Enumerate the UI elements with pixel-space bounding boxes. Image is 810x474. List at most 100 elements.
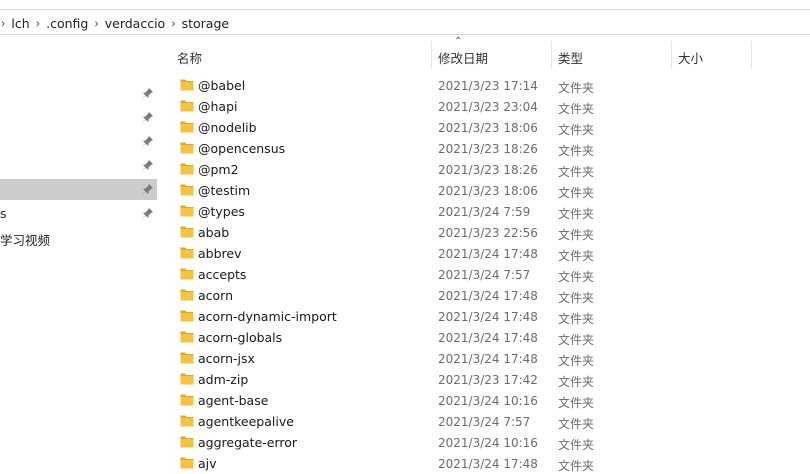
folder-icon — [180, 183, 194, 196]
column-header-size[interactable]: 大小 — [678, 48, 703, 67]
file-modified-date: 2021/3/23 22:56 — [438, 226, 538, 240]
column-divider[interactable] — [551, 41, 552, 69]
file-modified-date: 2021/3/24 17:48 — [438, 247, 538, 261]
chevron-right-icon[interactable]: › — [94, 16, 98, 30]
table-row[interactable]: adm-zip 2021/3/23 17:42 文件夹 — [158, 369, 810, 390]
table-row[interactable]: acorn-jsx 2021/3/24 17:48 文件夹 — [158, 348, 810, 369]
navigation-pane: s 学习视频 — [0, 36, 158, 469]
breadcrumb: › lch › .config › verdaccio › storage — [0, 14, 229, 32]
table-row[interactable]: abbrev 2021/3/24 17:48 文件夹 — [158, 243, 810, 264]
file-type: 文件夹 — [558, 333, 595, 347]
folder-icon — [180, 225, 194, 238]
file-modified-date: 2021/3/24 7:59 — [438, 205, 531, 219]
file-modified-date: 2021/3/24 7:57 — [438, 268, 531, 282]
pin-icon[interactable] — [142, 207, 154, 219]
file-type: 文件夹 — [558, 249, 595, 263]
table-row[interactable]: acorn-dynamic-import 2021/3/24 17:48 文件夹 — [158, 306, 810, 327]
file-modified-date: 2021/3/23 23:04 — [438, 100, 538, 114]
file-name: acorn-globals — [198, 330, 283, 345]
folder-icon — [180, 309, 194, 322]
table-row[interactable]: aggregate-error 2021/3/24 10:16 文件夹 — [158, 432, 810, 453]
quick-access-item[interactable]: 学习视频 — [0, 227, 157, 248]
pin-icon[interactable] — [142, 183, 154, 195]
folder-icon — [180, 120, 194, 133]
column-header-modified[interactable]: 修改日期 — [438, 48, 488, 67]
file-name: @hapi — [198, 99, 238, 114]
table-row[interactable]: @opencensus 2021/3/23 18:26 文件夹 — [158, 138, 810, 159]
file-type: 文件夹 — [558, 291, 595, 305]
file-type: 文件夹 — [558, 354, 595, 368]
quick-access-item[interactable] — [0, 83, 157, 104]
pin-icon[interactable] — [142, 111, 154, 123]
table-row[interactable]: agentkeepalive 2021/3/24 7:57 文件夹 — [158, 411, 810, 432]
table-row[interactable]: @nodelib 2021/3/23 18:06 文件夹 — [158, 117, 810, 138]
file-name: agent-base — [198, 393, 269, 408]
table-row[interactable]: @types 2021/3/24 7:59 文件夹 — [158, 201, 810, 222]
file-modified-date: 2021/3/24 10:16 — [438, 394, 538, 408]
quick-access-item[interactable] — [0, 131, 157, 152]
file-modified-date: 2021/3/23 18:06 — [438, 184, 538, 198]
column-header-row: ⌃ 名称 修改日期 类型 大小 — [158, 36, 810, 70]
pin-icon[interactable] — [142, 135, 154, 147]
file-type: 文件夹 — [558, 417, 595, 431]
file-modified-date: 2021/3/24 7:57 — [438, 415, 531, 429]
file-type: 文件夹 — [558, 123, 595, 137]
file-modified-date: 2021/3/23 18:26 — [438, 142, 538, 156]
file-name: @types — [198, 204, 245, 219]
chevron-right-icon[interactable]: › — [171, 16, 175, 30]
breadcrumb-item-storage[interactable]: storage — [182, 16, 230, 31]
sort-up-icon: ⌃ — [454, 36, 463, 47]
folder-icon — [180, 372, 194, 385]
column-divider[interactable] — [751, 41, 752, 69]
chevron-right-icon[interactable]: › — [1, 16, 5, 30]
column-header-name[interactable]: 名称 — [177, 48, 202, 67]
file-type: 文件夹 — [558, 375, 595, 389]
column-divider[interactable] — [431, 41, 432, 69]
table-row[interactable]: @testim 2021/3/23 18:06 文件夹 — [158, 180, 810, 201]
quick-access-item[interactable] — [0, 107, 157, 128]
file-modified-date: 2021/3/24 17:48 — [438, 310, 538, 324]
column-divider[interactable] — [671, 41, 672, 69]
folder-icon — [180, 162, 194, 175]
table-row[interactable]: accepts 2021/3/24 7:57 文件夹 — [158, 264, 810, 285]
folder-icon — [180, 414, 194, 427]
file-modified-date: 2021/3/24 10:16 — [438, 436, 538, 450]
file-name: acorn — [198, 288, 234, 303]
address-bar[interactable]: › lch › .config › verdaccio › storage — [0, 9, 810, 35]
table-row[interactable]: @babel 2021/3/23 17:14 文件夹 — [158, 75, 810, 96]
chevron-right-icon[interactable]: › — [36, 16, 40, 30]
table-row[interactable]: acorn 2021/3/24 17:48 文件夹 — [158, 285, 810, 306]
quick-access-item[interactable]: s — [0, 203, 157, 224]
folder-icon — [180, 99, 194, 112]
file-name: @opencensus — [198, 141, 286, 156]
breadcrumb-item-verdaccio[interactable]: verdaccio — [105, 16, 165, 31]
quick-access-item-selected[interactable] — [0, 179, 157, 200]
file-name: @babel — [198, 78, 246, 93]
pin-icon[interactable] — [142, 159, 154, 171]
folder-icon — [180, 393, 194, 406]
file-type: 文件夹 — [558, 438, 595, 452]
table-row[interactable]: @hapi 2021/3/23 23:04 文件夹 — [158, 96, 810, 117]
table-row[interactable]: abab 2021/3/23 22:56 文件夹 — [158, 222, 810, 243]
quick-access-label: s — [0, 206, 7, 221]
table-row[interactable]: acorn-globals 2021/3/24 17:48 文件夹 — [158, 327, 810, 348]
file-type: 文件夹 — [558, 81, 595, 95]
file-name: acorn-dynamic-import — [198, 309, 337, 324]
breadcrumb-item-config[interactable]: .config — [46, 16, 88, 31]
file-modified-date: 2021/3/23 18:26 — [438, 163, 538, 177]
quick-access-label: 学习视频 — [0, 233, 51, 248]
breadcrumb-item-lch[interactable]: lch — [11, 16, 29, 31]
file-type: 文件夹 — [558, 459, 595, 473]
table-row[interactable]: @pm2 2021/3/23 18:26 文件夹 — [158, 159, 810, 180]
table-row[interactable]: ajv 2021/3/24 17:48 文件夹 — [158, 453, 810, 474]
file-name: abbrev — [198, 246, 242, 261]
table-row[interactable]: agent-base 2021/3/24 10:16 文件夹 — [158, 390, 810, 411]
file-name: @pm2 — [198, 162, 239, 177]
folder-icon — [180, 351, 194, 364]
file-modified-date: 2021/3/24 17:48 — [438, 352, 538, 366]
file-modified-date: 2021/3/23 18:06 — [438, 121, 538, 135]
file-name: agentkeepalive — [198, 414, 294, 429]
pin-icon[interactable] — [142, 87, 154, 99]
quick-access-item[interactable] — [0, 155, 157, 176]
column-header-type[interactable]: 类型 — [558, 48, 583, 67]
